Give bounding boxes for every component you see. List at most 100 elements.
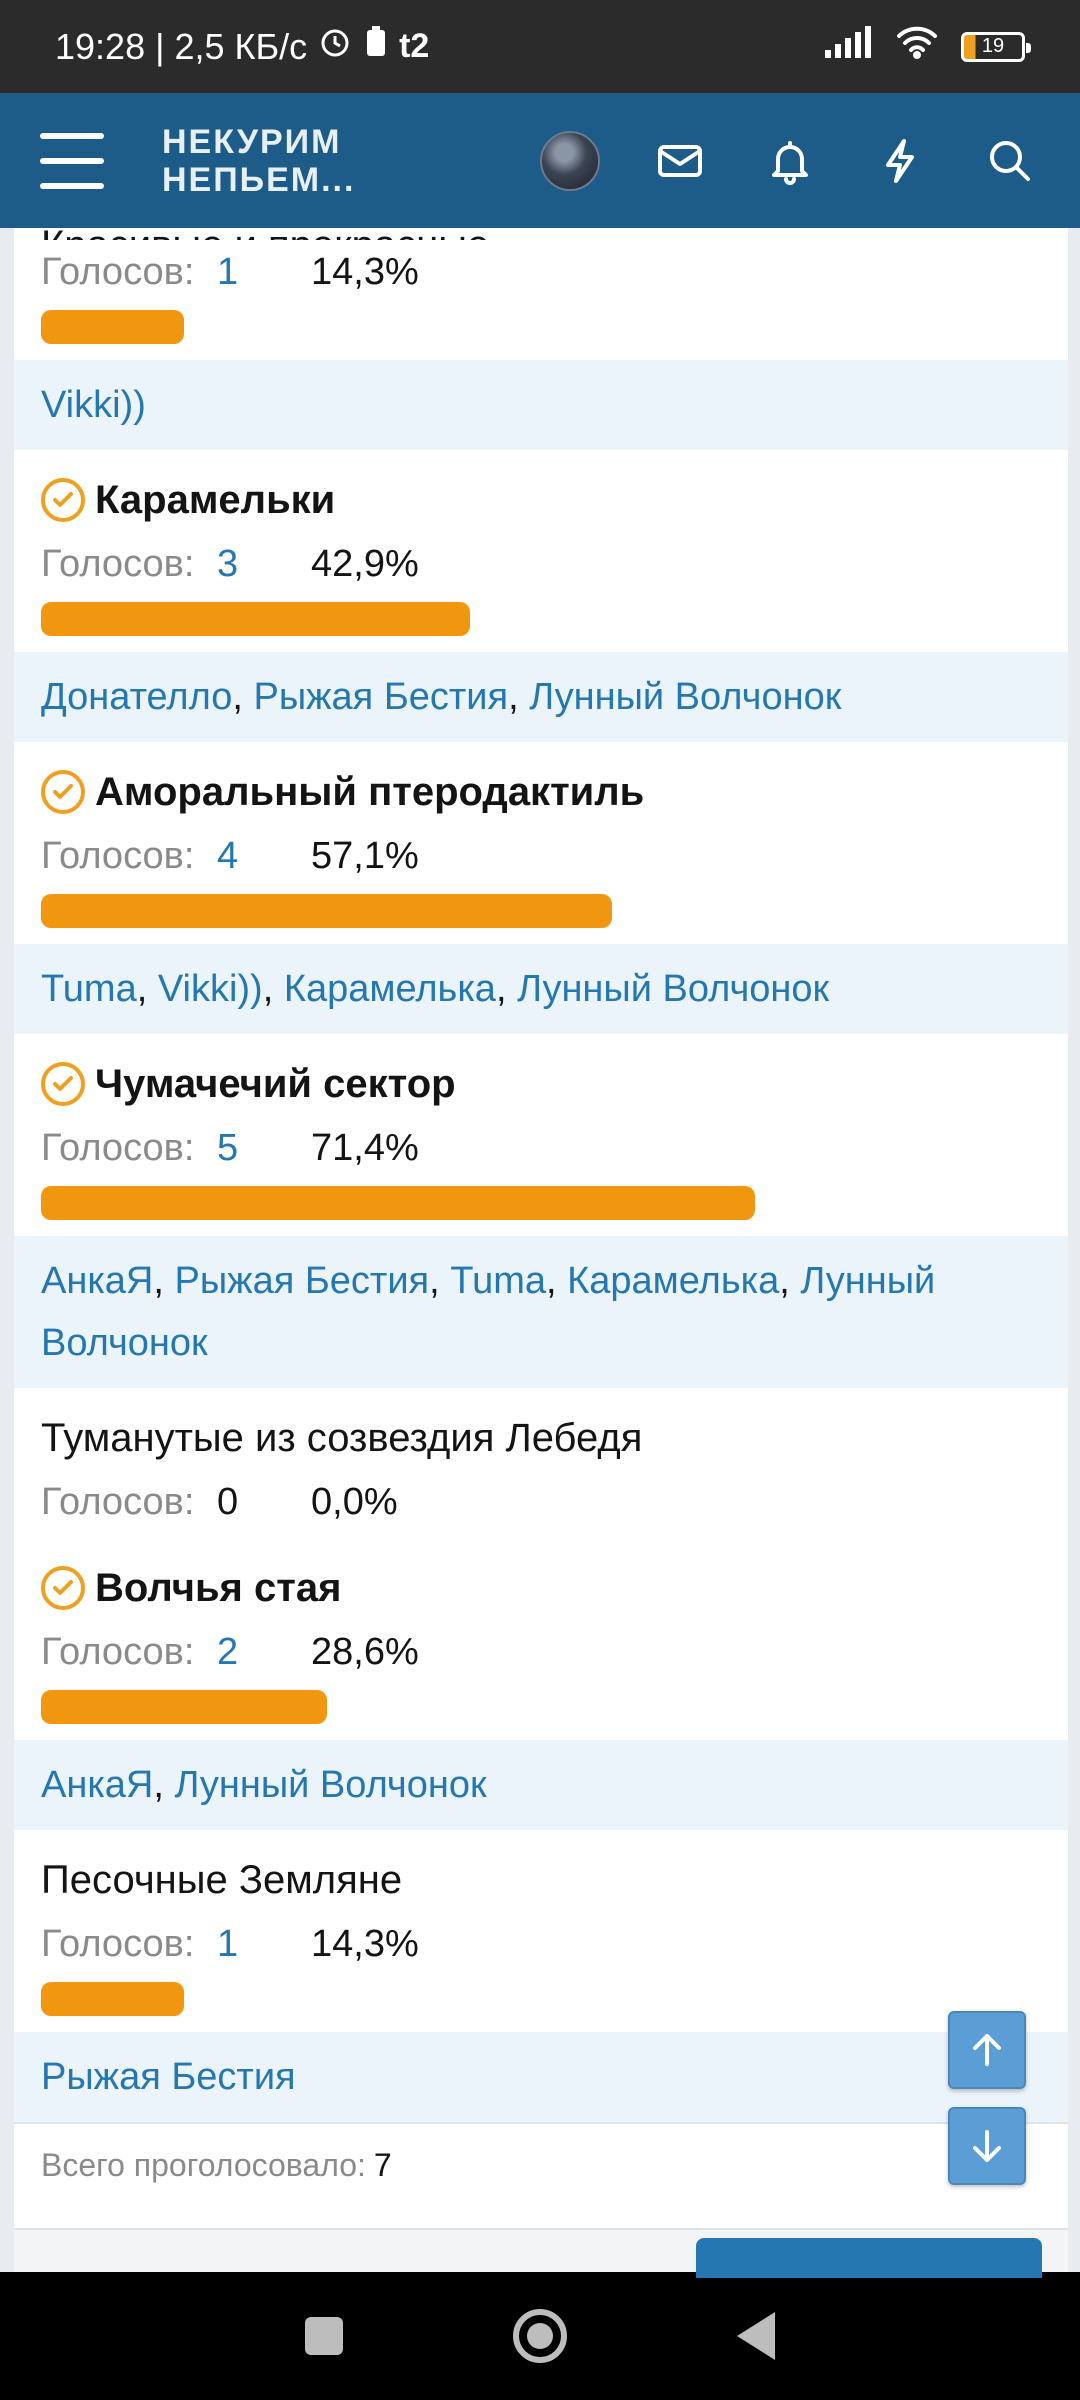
vote-bar-fill [41,310,184,344]
votes-count[interactable]: 4 [217,835,238,878]
voter-link[interactable]: Рыжая Бестия [253,676,508,718]
logo-line-2: НЕПЬЕМ... [162,160,356,199]
lightning-icon[interactable] [870,131,930,191]
voter-separator: , [546,1260,568,1302]
vote-bar [41,1186,1041,1220]
voter-link[interactable]: Vikki)) [41,384,146,426]
voter-link[interactable]: Vikki)) [158,968,263,1010]
app-header: НЕКУРИМ НЕПЬЕМ... [0,93,1080,228]
votes-row: Голосов: 4 57,1% [41,824,1041,888]
voter-link[interactable]: Лунный Волчонок [517,968,829,1010]
site-logo[interactable]: НЕКУРИМ НЕПЬЕМ... [162,123,355,199]
voter-link[interactable]: Донателло [41,676,232,718]
voter-link[interactable]: Рыжая Бестия [175,1260,430,1302]
poll-submit-button[interactable] [696,2238,1042,2278]
total-count: 7 [373,2146,392,2183]
check-icon [41,1566,85,1610]
voter-link[interactable]: Карамелька [284,968,496,1010]
search-icon[interactable] [980,131,1040,191]
vote-bar [41,1982,1041,2016]
votes-label: Голосов: [41,1126,195,1169]
vote-percent: 57,1% [311,834,419,877]
option-title: Аморальный птеродактиль [41,760,1041,824]
poll-option: Карамельки Голосов: 3 42,9% [14,450,1068,636]
voter-link[interactable]: АнкаЯ [41,1260,153,1302]
votes-count[interactable]: 1 [217,251,238,294]
system-nav-bar [0,2272,1080,2400]
voter-link[interactable]: Карамелька [567,1260,779,1302]
option-title: Карамельки [41,468,1041,532]
vote-percent: 14,3% [311,250,419,293]
votes-label: Голосов: [41,1630,195,1673]
check-icon [41,478,85,522]
vote-bar-fill [41,894,612,928]
voter-separator: , [153,1260,175,1302]
check-icon [41,770,85,814]
voters-list: Донателло, Рыжая Бестия, Лунный Волчонок [14,652,1068,742]
voter-link[interactable]: Лунный Волчонок [529,676,841,718]
back-button[interactable] [737,2312,775,2360]
voter-separator: , [136,968,158,1010]
votes-row: Голосов: 1 14,3% [41,1912,1041,1976]
battery-saver-icon [363,24,389,69]
votes-count: 0 [217,1480,239,1523]
scroll-up-button[interactable] [948,2011,1026,2089]
votes-count[interactable]: 3 [217,543,238,586]
bell-icon[interactable] [760,131,820,191]
vote-percent: 28,6% [311,1630,419,1673]
arrow-down-icon [973,2130,1001,2162]
status-bar: 19:28 | 2,5 КБ/с t2 19 [0,0,1080,93]
scroll-down-button[interactable] [948,2107,1026,2185]
voter-link[interactable]: Лунный Волчонок [175,1764,487,1806]
vote-bar-fill [41,1982,184,2016]
battery-icon: 19 [961,31,1031,62]
voters-list: АнкаЯ, Лунный Волчонок [14,1740,1068,1830]
votes-count[interactable]: 2 [217,1631,238,1674]
option-title: Туманутые из созвездия Лебедя [41,1415,643,1460]
voter-separator: , [153,1764,175,1806]
voter-link[interactable]: Рыжая Бестия [41,2056,296,2098]
voter-separator: , [508,676,530,718]
poll-option: Чумачечий сектор Голосов: 5 71,4% [14,1034,1068,1220]
arrow-up-icon [973,2034,1001,2066]
voter-link[interactable]: Tuma [41,968,137,1010]
signal-icon [823,24,873,69]
votes-row: Голосов: 0 0,0% [41,1470,1041,1534]
home-button[interactable] [513,2309,567,2363]
vote-bar [41,1690,1041,1724]
votes-label: Голосов: [41,542,195,585]
poll-option: Песочные Земляне Голосов: 1 14,3% [14,1830,1068,2016]
voter-link[interactable]: Tuma [450,1260,546,1302]
alarm-icon [317,24,353,69]
vote-bar-fill [41,1690,327,1724]
vote-bar-fill [41,1186,755,1220]
voters-list: АнкаЯ, Рыжая Бестия, Tuma, Карамелька, Л… [14,1236,1068,1388]
vote-percent: 14,3% [311,1922,419,1965]
user-avatar[interactable] [540,130,600,191]
voter-link[interactable]: АнкаЯ [41,1764,153,1806]
votes-row: Голосов: 5 71,4% [41,1116,1041,1180]
check-icon [41,1062,85,1106]
votes-row: Голосов: 3 42,9% [41,532,1041,596]
voter-separator: , [232,676,254,718]
logo-line-1: НЕКУРИМ [162,122,342,161]
votes-count[interactable]: 1 [217,1923,238,1966]
wifi-icon [895,24,939,69]
poll-option: Туманутые из созвездия Лебедя Голосов: 0… [14,1388,1068,1556]
voter-separator: , [429,1260,451,1302]
inbox-icon[interactable] [650,131,710,191]
status-time: 19:28 | 2,5 КБ/с [55,25,308,67]
vote-bar [41,602,1041,636]
menu-icon[interactable] [40,132,104,189]
votes-count[interactable]: 5 [217,1127,238,1170]
vote-percent: 0,0% [311,1480,398,1523]
option-title: Красивые и прекрасные [41,228,1041,240]
vote-percent: 71,4% [311,1126,419,1169]
total-votes: Всего проголосовало: 7 [14,2122,1068,2206]
voter-separator: , [779,1260,801,1302]
votes-label: Голосов: [41,1922,195,1965]
recents-button[interactable] [305,2317,343,2355]
vote-bar-fill [41,602,470,636]
votes-row: Голосов: 2 28,6% [41,1620,1041,1684]
option-title: Волчья стая [41,1556,1041,1620]
